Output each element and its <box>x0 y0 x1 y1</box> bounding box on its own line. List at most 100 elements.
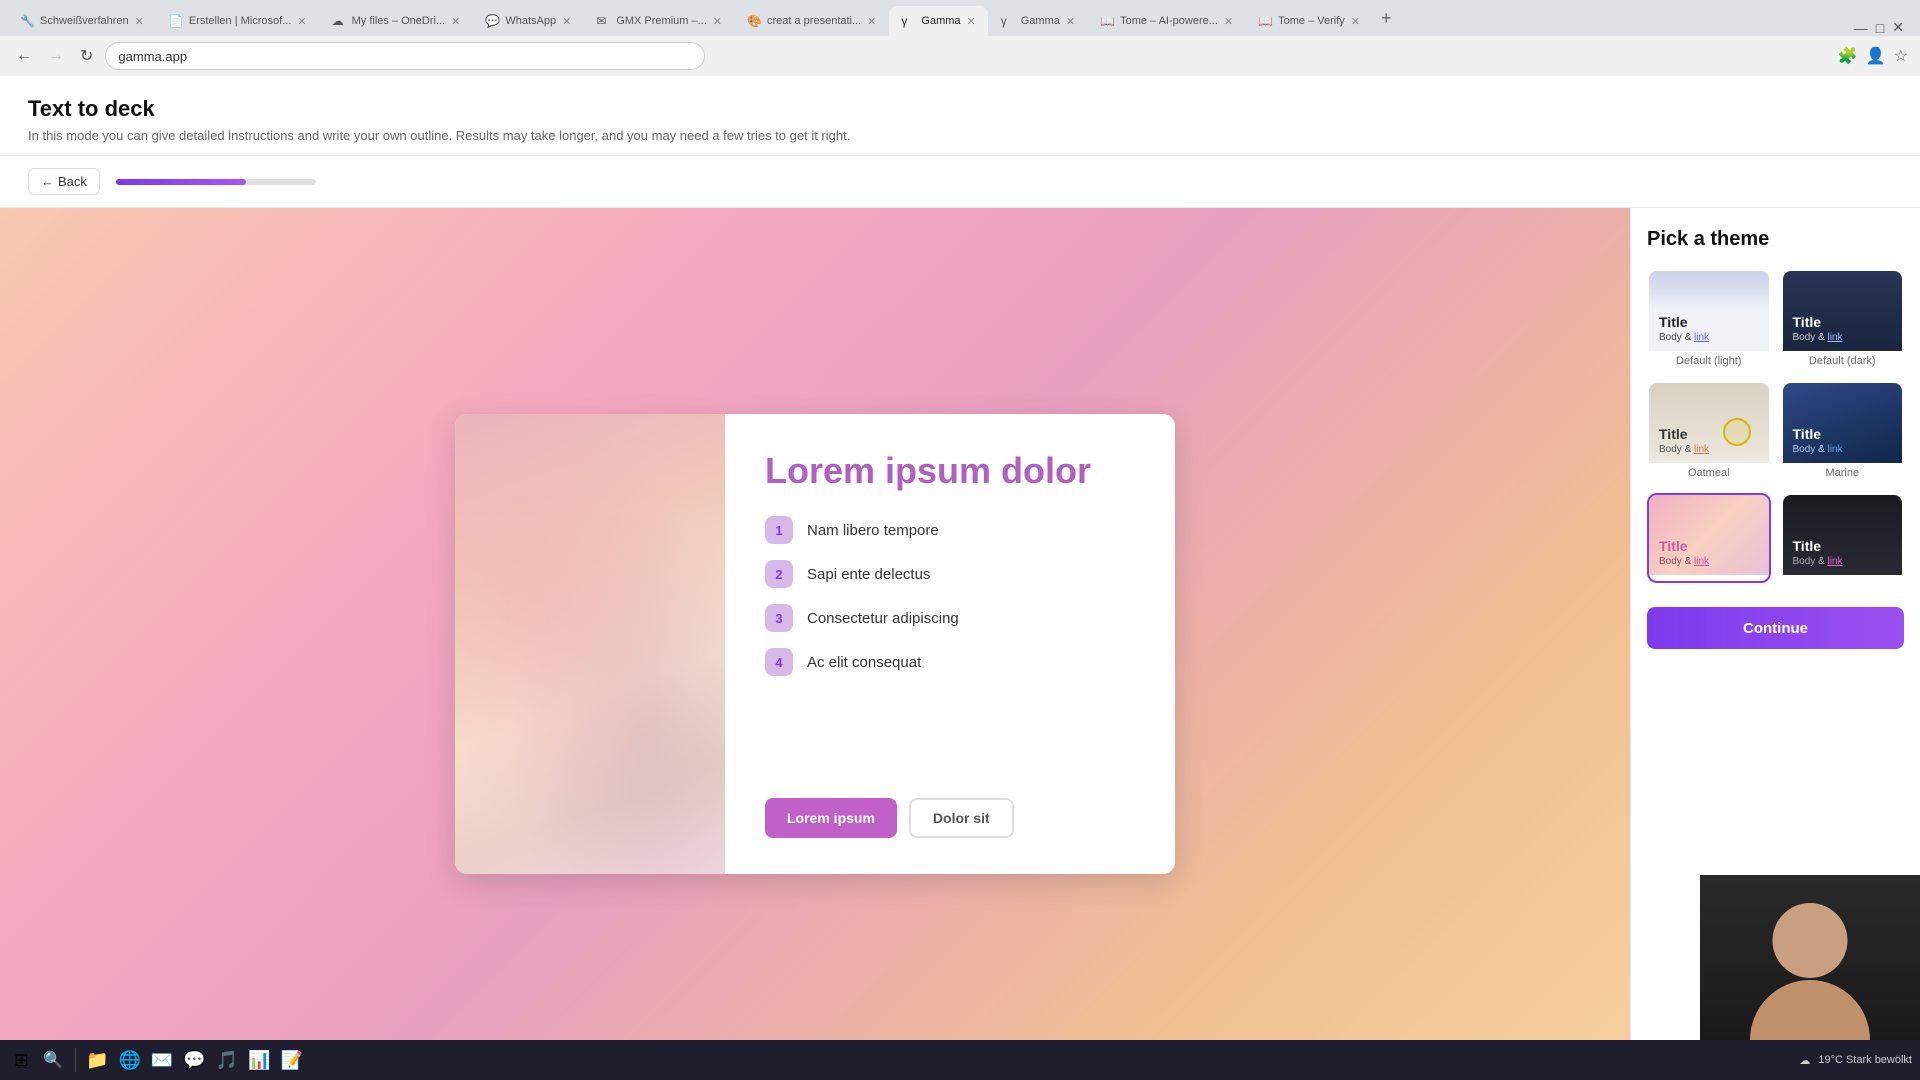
taskbar-app1[interactable]: 🎵 <box>212 1050 242 1071</box>
tab-close-button[interactable]: ✕ <box>135 15 144 28</box>
back-button[interactable]: ← Back <box>28 168 100 195</box>
tab-label: Gamma <box>1021 15 1060 27</box>
theme-card-label: Oatmeal <box>1649 463 1769 481</box>
tab-favicon: γ <box>1001 14 1015 28</box>
theme-card-pink[interactable]: Title Body & link <box>1647 493 1771 583</box>
person-head <box>1773 903 1848 978</box>
theme-link-text: link <box>1828 556 1843 567</box>
theme-card-label: Default (dark) <box>1783 351 1903 369</box>
browser-tab[interactable]: γ Gamma ✕ <box>989 6 1087 36</box>
slide-list: 1 Nam libero tempore 2 Sapi ente delectu… <box>765 516 1135 676</box>
tab-close-button[interactable]: ✕ <box>867 15 876 28</box>
browser-tab[interactable]: γGamma✕ <box>889 6 987 36</box>
browser-tabs: 🔧Schweißverfahren✕📄Erstellen | Microsof.… <box>0 0 1920 36</box>
tab-label: WhatsApp <box>505 15 556 27</box>
browser-tab[interactable]: 🔧Schweißverfahren✕ <box>8 6 156 36</box>
browser-tab[interactable]: 📄Erstellen | Microsof...✕ <box>157 6 319 36</box>
browser-tab[interactable]: 📖Tome – AI-powere...✕ <box>1088 6 1245 36</box>
theme-card-oatmeal[interactable]: Title Body & link Oatmeal <box>1647 381 1771 483</box>
browser-tab[interactable]: 🎨 creat a presentati... ✕ <box>735 6 888 36</box>
browser-tab[interactable]: ☁My files – OneDri...✕ <box>320 6 473 36</box>
nav-bar: ← Back <box>0 156 1920 208</box>
taskbar-tray: ☁ 19°C Stark bewölkt <box>1799 1054 1912 1067</box>
app-container: Text to deck In this mode you can give d… <box>0 76 1920 1080</box>
star-icon[interactable]: ☆ <box>1894 46 1908 66</box>
theme-card-default-dark[interactable]: Title Body & link Default (dark) <box>1781 269 1905 371</box>
theme-title-text: Title <box>1659 538 1759 554</box>
tab-favicon: 📄 <box>169 14 183 28</box>
list-text-1: Nam libero tempore <box>807 522 939 539</box>
forward-nav-button[interactable]: → <box>44 43 68 69</box>
browser-tab[interactable]: 📖Tome – Verify✕ <box>1246 6 1372 36</box>
list-item: 2 Sapi ente delectus <box>765 560 1135 588</box>
person-body <box>1750 980 1870 1040</box>
list-item: 3 Consectetur adipiscing <box>765 604 1135 632</box>
theme-body-text: Body & link <box>1793 444 1893 455</box>
progress-bar-fill <box>116 179 246 185</box>
tab-close-button[interactable]: ✕ <box>1351 15 1360 28</box>
theme-body-text: Body & link <box>1659 556 1759 567</box>
secondary-slide-button[interactable]: Dolor sit <box>909 798 1014 838</box>
theme-panel-title: Pick a theme <box>1647 228 1904 251</box>
continue-button[interactable]: Continue <box>1647 607 1904 649</box>
tab-close-button[interactable]: ✕ <box>451 15 460 28</box>
toolbar-right-icons: 🧩 👤 ☆ <box>1838 46 1908 66</box>
taskbar-separator <box>75 1048 76 1072</box>
profile-icon[interactable]: 👤 <box>1866 46 1886 66</box>
theme-link-text: link <box>1694 332 1709 343</box>
list-text-2: Sapi ente delectus <box>807 566 930 583</box>
theme-card-default-light[interactable]: Title Body & link Default (light) <box>1647 269 1771 371</box>
theme-title-text: Title <box>1793 426 1893 442</box>
theme-grid: Title Body & link Default (light) Title … <box>1647 269 1904 583</box>
tab-close-button[interactable]: ✕ <box>1224 15 1233 28</box>
start-button[interactable]: ⊞ <box>8 1050 35 1071</box>
taskbar-app3[interactable]: 📝 <box>277 1050 307 1071</box>
back-arrow-icon: ← <box>41 174 54 189</box>
tab-label: creat a presentati... <box>767 15 861 27</box>
new-tab-button[interactable]: + <box>1373 8 1400 29</box>
preview-panel: Lorem ipsum dolor 1 Nam libero tempore 2… <box>0 208 1630 1080</box>
primary-slide-button[interactable]: Lorem ipsum <box>765 798 897 838</box>
slide-card: Lorem ipsum dolor 1 Nam libero tempore 2… <box>455 414 1175 874</box>
theme-body-text: Body & link <box>1659 332 1759 343</box>
back-label: Back <box>58 174 87 189</box>
address-bar[interactable]: gamma.app <box>105 42 705 70</box>
theme-body-text: Body & link <box>1793 556 1893 567</box>
theme-body-text: Body & link <box>1659 444 1759 455</box>
theme-card-slate[interactable]: Title Body & link <box>1781 493 1905 583</box>
search-taskbar[interactable]: 🔍 <box>37 1050 69 1070</box>
list-text-4: Ac elit consequat <box>807 654 921 671</box>
address-text: gamma.app <box>118 49 187 64</box>
browser-chrome: 🔧Schweißverfahren✕📄Erstellen | Microsof.… <box>0 0 1920 76</box>
theme-card-marine[interactable]: Title Body & link Marine <box>1781 381 1905 483</box>
taskbar-app2[interactable]: 📊 <box>244 1050 274 1071</box>
app-title: Text to deck <box>28 96 1892 122</box>
app-header: Text to deck In this mode you can give d… <box>0 76 1920 156</box>
tab-label: Gamma <box>921 15 960 27</box>
theme-link-text: link <box>1828 332 1843 343</box>
slide-buttons: Lorem ipsum Dolor sit <box>765 798 1135 838</box>
tab-label: GMX Premium –... <box>616 15 706 27</box>
tab-close-button[interactable]: ✕ <box>1066 15 1075 28</box>
taskbar-files[interactable]: 📁 <box>82 1050 112 1071</box>
taskbar: ⊞ 🔍 📁 🌐 ✉️ 💬 🎵 📊 📝 ☁ 19°C Stark bewölkt <box>0 1040 1920 1080</box>
taskbar-browser[interactable]: 🌐 <box>114 1050 144 1071</box>
browser-tab[interactable]: ✉GMX Premium –...✕ <box>584 6 734 36</box>
window-controls[interactable]: — □ ✕ <box>1854 19 1912 36</box>
taskbar-chat[interactable]: 💬 <box>179 1050 209 1071</box>
extensions-icon[interactable]: 🧩 <box>1838 46 1858 66</box>
tab-close-button[interactable]: ✕ <box>713 15 722 28</box>
tab-close-button[interactable]: ✕ <box>562 15 571 28</box>
list-num-4: 4 <box>765 648 793 676</box>
tab-favicon: 🎨 <box>747 14 761 28</box>
theme-title-text: Title <box>1793 314 1893 330</box>
browser-tab[interactable]: 💬WhatsApp✕ <box>473 6 583 36</box>
reload-button[interactable]: ↻ <box>76 42 97 70</box>
tab-close-button[interactable]: ✕ <box>967 15 976 28</box>
tab-favicon: 📖 <box>1258 14 1272 28</box>
tab-close-button[interactable]: ✕ <box>297 15 306 28</box>
app-subtitle: In this mode you can give detailed instr… <box>28 128 1892 143</box>
taskbar-mail[interactable]: ✉️ <box>147 1050 177 1071</box>
theme-card-label: Marine <box>1783 463 1903 481</box>
back-nav-button[interactable]: ← <box>12 43 36 69</box>
